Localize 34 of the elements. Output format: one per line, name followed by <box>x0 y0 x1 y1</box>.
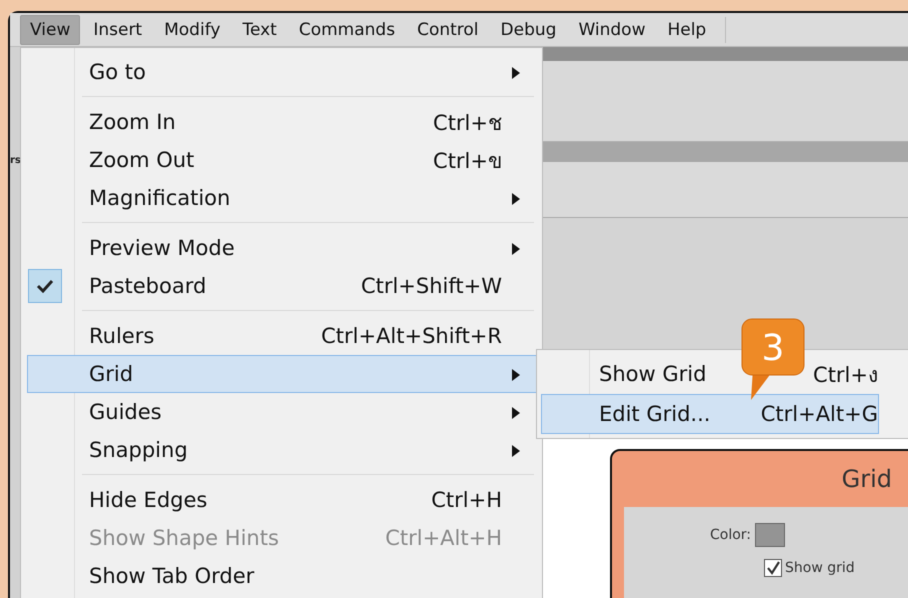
menu-item[interactable]: Preview Mode <box>27 229 539 267</box>
menu-item[interactable]: Hide Edges Ctrl+H <box>27 481 539 519</box>
menu-bar-item[interactable]: Debug <box>492 14 566 44</box>
menu-bar-item[interactable]: Help <box>658 14 716 44</box>
menu-bar-item[interactable]: Control <box>408 14 488 44</box>
color-swatch[interactable] <box>755 523 786 547</box>
menu-item[interactable]: Rulers Ctrl+Alt+Shift+R <box>27 317 539 355</box>
submenu-arrow-icon <box>512 193 520 205</box>
menu-item[interactable]: Go to <box>27 53 539 91</box>
menu-item[interactable]: Pasteboard Ctrl+Shift+W <box>27 267 539 305</box>
menu-item[interactable]: Zoom Out Ctrl+ข <box>27 141 539 179</box>
menu-bar-item[interactable]: View <box>20 14 80 44</box>
menu-bar-item[interactable]: Commands <box>290 14 404 44</box>
step-callout: 3 <box>741 318 807 402</box>
menu-item[interactable]: Show Tab Order <box>27 557 539 595</box>
submenu-arrow-icon <box>512 369 520 381</box>
submenu-arrow-icon <box>512 243 520 255</box>
menu-item[interactable]: Guides <box>27 393 539 431</box>
dialog-title: Grid <box>840 464 893 495</box>
show-grid-checkbox[interactable] <box>764 559 782 577</box>
menu-item[interactable]: Snapping <box>27 431 539 469</box>
menu-bar-item[interactable]: Text <box>233 14 286 44</box>
menu-bar-item[interactable]: Modify <box>155 14 230 44</box>
menu-item[interactable]: Grid <box>27 355 539 393</box>
color-label: Color: <box>710 527 752 543</box>
menu-item[interactable]: Zoom In Ctrl+ช <box>27 103 539 141</box>
menu-bar-item[interactable]: Insert <box>84 14 152 44</box>
menu-item[interactable]: Edit Grid... Ctrl+Alt+G <box>541 394 879 434</box>
menu-item[interactable]: Magnification <box>27 179 539 217</box>
submenu-arrow-icon <box>512 407 520 419</box>
menu-bar-item[interactable]: Window <box>569 14 654 44</box>
submenu-arrow-icon <box>512 445 520 457</box>
show-grid-label: Show grid <box>785 560 855 576</box>
submenu-arrow-icon <box>512 67 520 79</box>
